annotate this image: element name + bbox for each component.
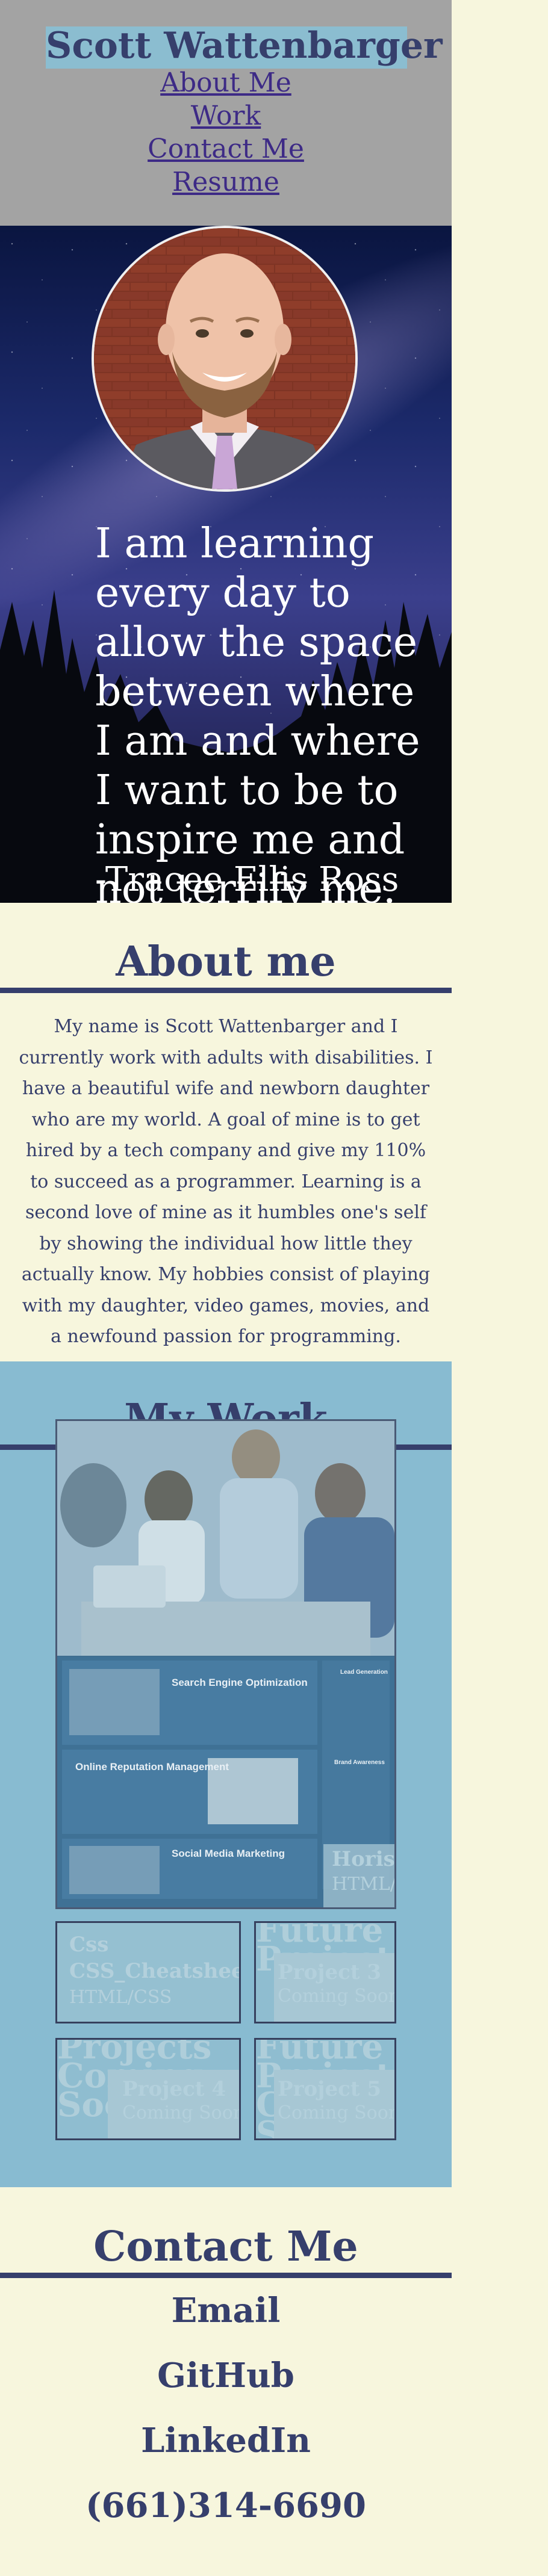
project-title: CSS_Cheatsheet bbox=[69, 1959, 241, 1983]
smm-heading: Social Media Marketing bbox=[172, 1848, 285, 1859]
nav-link-contact[interactable]: Contact Me bbox=[0, 132, 452, 166]
nav-link-work[interactable]: Work bbox=[0, 99, 452, 132]
project-sub: Coming Soon bbox=[278, 1986, 396, 2007]
project-title: Project 3 bbox=[278, 1960, 381, 1984]
contact-github-link[interactable]: GitHub bbox=[0, 2355, 452, 2397]
project-title: Project 4 bbox=[122, 2077, 226, 2101]
lead-heading: Lead Generation bbox=[340, 1669, 388, 1676]
featured-project-card[interactable]: Search Engine Optimization Lead Generati… bbox=[55, 1419, 396, 1909]
site-name: Scott Wattenbarger bbox=[46, 25, 443, 67]
hero-quote: I am learning every day to allow the spa… bbox=[95, 520, 420, 903]
about-text: My name is Scott Wattenbarger and I curr… bbox=[19, 1016, 433, 1347]
orm-heading: Online Reputation Management bbox=[75, 1761, 229, 1773]
project-card-4[interactable]: Projects Coming Soon Project 4 Coming So… bbox=[55, 2038, 241, 2140]
seo-heading: Search Engine Optimization bbox=[172, 1677, 308, 1688]
main-nav: About Me Work Contact Me Resume bbox=[0, 66, 452, 199]
contact-phone-link[interactable]: (661)314-6690 bbox=[0, 2485, 452, 2527]
project-bg-label: Css bbox=[69, 1933, 109, 1957]
nav-link-resume[interactable]: Resume bbox=[0, 166, 452, 199]
about-title: About me bbox=[116, 938, 336, 986]
quote-author: -Tracee Ellis Ross bbox=[95, 860, 399, 899]
profile-photo bbox=[92, 226, 358, 492]
project-card-3[interactable]: Future Projects Project 3 Coming Soon bbox=[254, 1921, 396, 2023]
project-screenshot: Search Engine Optimization Lead Generati… bbox=[57, 1421, 394, 1907]
featured-sub: HTML/CSS bbox=[332, 1874, 396, 1895]
project-sub: Coming Soon bbox=[122, 2102, 241, 2123]
project-sub: HTML/CSS bbox=[69, 1987, 172, 2008]
project-sub: Coming Soon bbox=[278, 2102, 396, 2123]
project-title: Project 5 bbox=[278, 2077, 381, 2101]
project-card-css-cheatsheet[interactable]: Css CSS_Cheatsheet HTML/CSS bbox=[55, 1921, 241, 2023]
contact-linkedin-link[interactable]: LinkedIn bbox=[0, 2420, 452, 2462]
contact-divider bbox=[0, 2273, 452, 2278]
nav-link-about[interactable]: About Me bbox=[0, 66, 452, 99]
project-card-5[interactable]: Future Projects Coming Soon Project 5 Co… bbox=[254, 2038, 396, 2140]
contact-title: Contact Me bbox=[93, 2223, 358, 2271]
contact-email-link[interactable]: Email bbox=[0, 2290, 452, 2332]
featured-title: Horiseon bbox=[332, 1847, 395, 1871]
about-divider bbox=[0, 988, 452, 993]
hero-section: I am learning every day to allow the spa… bbox=[0, 226, 452, 903]
brand-heading: Brand Awareness bbox=[334, 1759, 385, 1766]
